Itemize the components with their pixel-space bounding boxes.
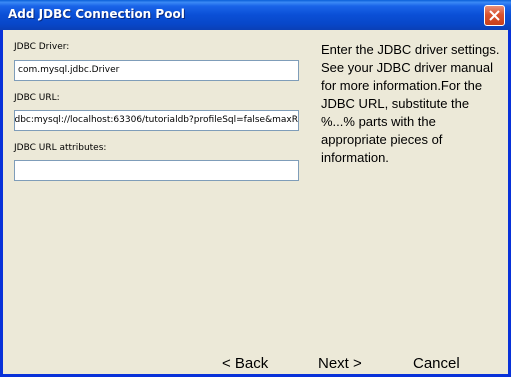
dialog-window: Add JDBC Connection Pool JDBC Driver: co… [0, 0, 511, 377]
help-text: Enter the JDBC driver settings. See your… [321, 42, 500, 165]
close-icon [489, 10, 500, 21]
window-title: Add JDBC Connection Pool [8, 7, 185, 21]
jdbc-url-label: JDBC URL: [14, 93, 60, 103]
close-button[interactable] [484, 5, 505, 26]
title-bar[interactable]: Add JDBC Connection Pool [0, 0, 511, 30]
jdbc-driver-input[interactable]: com.mysql.jdbc.Driver [14, 60, 299, 81]
next-button[interactable]: Next > [318, 354, 362, 374]
back-button[interactable]: < Back [222, 354, 268, 374]
jdbc-url-attributes-label: JDBC URL attributes: [14, 143, 107, 153]
jdbc-driver-label: JDBC Driver: [14, 42, 70, 52]
jdbc-url-attributes-input[interactable] [14, 160, 299, 181]
cancel-button[interactable]: Cancel [413, 354, 460, 374]
jdbc-url-input[interactable]: jdbc:mysql://localhost:63306/tutorialdb?… [14, 110, 299, 131]
